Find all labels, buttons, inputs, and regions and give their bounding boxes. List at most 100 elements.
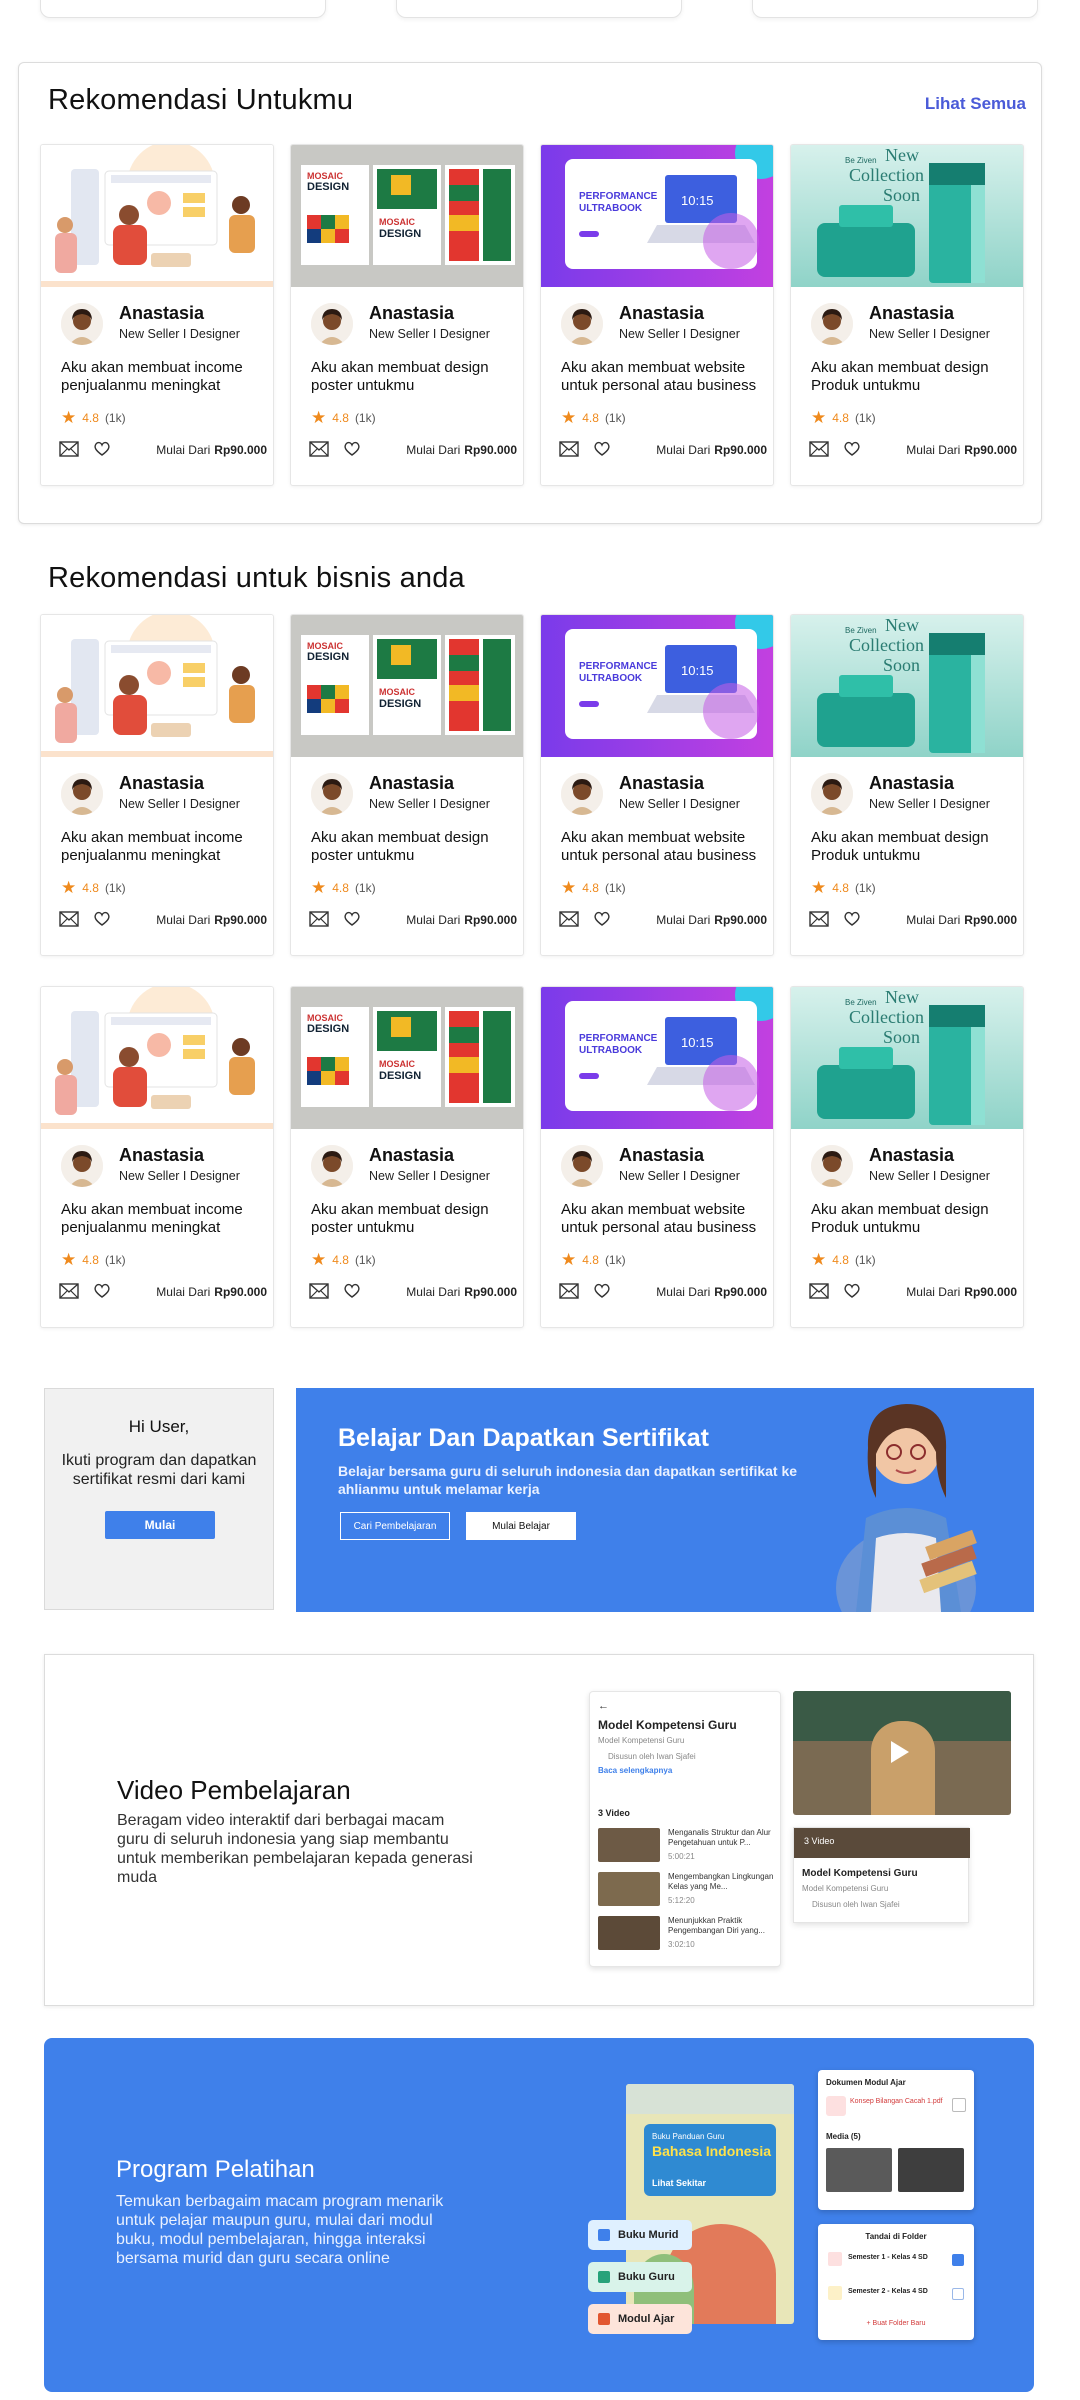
gig-card[interactable]: Be Ziven New Collection Soon Anastasia New … <box>790 614 1024 956</box>
doc-file-name[interactable]: Konsep Bilangan Cacah 1.pdf <box>850 2098 943 2105</box>
gig-title[interactable]: Aku akan membuat design Produk untukmu <box>811 359 1011 395</box>
mail-icon[interactable] <box>559 441 581 459</box>
heart-icon[interactable] <box>343 441 365 459</box>
gig-title[interactable]: Aku akan membuat website untuk personal … <box>561 829 761 865</box>
gig-card[interactable]: MOSAIC DESIGN MOSAIC DESIGN Anastasia New S… <box>290 614 524 956</box>
read-more-link[interactable]: Baca selengkapnya <box>598 1766 672 1775</box>
gig-card[interactable]: PERFORMANCE ULTRABOOK 10:15 Anastasia New … <box>540 614 774 956</box>
seller-role: New Seller I Designer <box>869 1169 990 1183</box>
mail-icon[interactable] <box>59 441 81 459</box>
gig-title[interactable]: Aku akan membuat design poster untukmu <box>311 359 511 395</box>
gig-title[interactable]: Aku akan membuat design poster untukmu <box>311 1201 511 1237</box>
svg-text:10:15: 10:15 <box>681 663 714 678</box>
rating-count: (1k) <box>604 880 626 895</box>
mail-icon[interactable] <box>309 911 331 929</box>
mail-icon[interactable] <box>309 1283 331 1301</box>
rating: ★ 4.8 (1k) <box>61 879 126 896</box>
card-footer: Mulai Dari Rp90.000 <box>809 909 1017 933</box>
gig-title[interactable]: Aku akan membuat income penjualanmu meni… <box>61 829 261 865</box>
gig-title[interactable]: Aku akan membuat income penjualanmu meni… <box>61 359 261 395</box>
gig-card[interactable]: Be Ziven New Collection Soon Anastasia New … <box>790 986 1024 1328</box>
gig-card[interactable]: PERFORMANCE ULTRABOOK 10:15 Anastasia New … <box>540 986 774 1328</box>
folder-checkbox-checked[interactable] <box>952 2254 964 2266</box>
mail-icon[interactable] <box>809 1283 831 1301</box>
svg-text:MOSAIC: MOSAIC <box>307 171 344 181</box>
gig-thumbnail[interactable]: PERFORMANCE ULTRABOOK 10:15 <box>541 987 773 1129</box>
gig-title[interactable]: Aku akan membuat website untuk personal … <box>561 359 761 395</box>
heart-icon[interactable] <box>343 911 365 929</box>
course-card[interactable]: 3 Video Model Kompetensi Guru Model Komp… <box>793 1827 970 1923</box>
card-footer: Mulai Dari Rp90.000 <box>309 1281 517 1305</box>
folder-checkbox[interactable] <box>952 2288 964 2300</box>
chip-student-book[interactable]: Buku Murid <box>588 2220 692 2250</box>
media-thumb[interactable] <box>898 2148 964 2192</box>
seller-role: New Seller I Designer <box>619 1169 740 1183</box>
video-list-item[interactable]: Menunjukkan Praktik Pengembangan Diri ya… <box>598 1916 776 1950</box>
price: Mulai Dari Rp90.000 <box>156 913 267 927</box>
find-learning-button[interactable]: Cari Pembelajaran <box>340 1512 450 1540</box>
heart-icon[interactable] <box>593 911 615 929</box>
mail-icon[interactable] <box>59 911 81 929</box>
media-thumb[interactable] <box>826 2148 892 2192</box>
seller-name: Anastasia <box>869 773 955 793</box>
gig-card[interactable]: MOSAIC DESIGN MOSAIC DESIGN Anastasia New S… <box>290 986 524 1328</box>
gig-thumbnail[interactable] <box>41 145 273 287</box>
price-prefix: Mulai Dari <box>406 913 461 927</box>
heart-icon[interactable] <box>593 441 615 459</box>
rating: ★ 4.8 (1k) <box>561 1251 626 1268</box>
start-learning-button[interactable]: Mulai Belajar <box>466 1512 576 1540</box>
heart-icon[interactable] <box>843 1283 865 1301</box>
heart-icon[interactable] <box>93 911 115 929</box>
download-icon[interactable] <box>952 2098 966 2112</box>
gig-title[interactable]: Aku akan membuat design Produk untukmu <box>811 829 1011 865</box>
play-icon[interactable] <box>891 1741 909 1763</box>
gig-card[interactable]: Anastasia New Seller I Designer Aku akan… <box>40 614 274 956</box>
gig-thumbnail[interactable]: PERFORMANCE ULTRABOOK 10:15 <box>541 145 773 287</box>
mail-icon[interactable] <box>59 1283 81 1301</box>
start-button[interactable]: Mulai <box>105 1511 215 1539</box>
video-player-preview[interactable] <box>793 1691 1011 1815</box>
heart-icon[interactable] <box>843 441 865 459</box>
gig-card[interactable]: Be Ziven New Collection Soon Anastasia New … <box>790 144 1024 486</box>
gig-thumbnail[interactable]: PERFORMANCE ULTRABOOK 10:15 <box>541 615 773 757</box>
mail-icon[interactable] <box>559 1283 581 1301</box>
svg-text:New: New <box>885 615 919 635</box>
gig-title[interactable]: Aku akan membuat website untuk personal … <box>561 1201 761 1237</box>
video-list-item[interactable]: Menganalis Struktur dan Alur Pengetahuan… <box>598 1828 776 1862</box>
gig-thumbnail[interactable]: MOSAIC DESIGN MOSAIC DESIGN <box>291 615 523 757</box>
gig-thumbnail[interactable]: Be Ziven New Collection Soon <box>791 615 1023 757</box>
gig-card[interactable]: Anastasia New Seller I Designer Aku akan… <box>40 986 274 1328</box>
svg-text:MOSAIC: MOSAIC <box>379 687 416 697</box>
back-arrow-icon[interactable]: ← <box>598 1700 609 1712</box>
gig-thumbnail[interactable]: Be Ziven New Collection Soon <box>791 145 1023 287</box>
gig-card[interactable]: MOSAIC DESIGN MOSAIC DESIGN Anastasia New S… <box>290 144 524 486</box>
gig-thumbnail[interactable]: MOSAIC DESIGN MOSAIC DESIGN <box>291 145 523 287</box>
heart-icon[interactable] <box>343 1283 365 1301</box>
rating-value: 4.8 <box>832 880 849 895</box>
seller-info: Anastasia New Seller I Designer <box>311 303 511 349</box>
gig-thumbnail[interactable]: MOSAIC DESIGN MOSAIC DESIGN <box>291 987 523 1129</box>
mail-icon[interactable] <box>809 911 831 929</box>
heart-icon[interactable] <box>593 1283 615 1301</box>
gig-thumbnail[interactable] <box>41 987 273 1129</box>
heart-icon[interactable] <box>93 441 115 459</box>
chip-teaching-module[interactable]: Modul Ajar <box>588 2304 692 2334</box>
heart-icon[interactable] <box>843 911 865 929</box>
heart-icon[interactable] <box>93 1283 115 1301</box>
mail-icon[interactable] <box>809 441 831 459</box>
chip-teacher-book[interactable]: Buku Guru <box>588 2262 692 2292</box>
video-list-item[interactable]: Mengembangkan Lingkungan Kelas yang Me..… <box>598 1872 776 1906</box>
gig-title[interactable]: Aku akan membuat design Produk untukmu <box>811 1201 1011 1237</box>
new-folder-button[interactable]: + Buat Folder Baru <box>818 2320 974 2327</box>
mail-icon[interactable] <box>559 911 581 929</box>
gig-card[interactable]: Anastasia New Seller I Designer Aku akan… <box>40 144 274 486</box>
svg-text:Collection: Collection <box>849 635 924 655</box>
price-prefix: Mulai Dari <box>406 1285 461 1299</box>
gig-title[interactable]: Aku akan membuat design poster untukmu <box>311 829 511 865</box>
gig-thumbnail[interactable] <box>41 615 273 757</box>
gig-card[interactable]: PERFORMANCE ULTRABOOK 10:15 Anastasia New … <box>540 144 774 486</box>
mail-icon[interactable] <box>309 441 331 459</box>
gig-title[interactable]: Aku akan membuat income penjualanmu meni… <box>61 1201 261 1237</box>
gig-thumbnail[interactable]: Be Ziven New Collection Soon <box>791 987 1023 1129</box>
see-all-link[interactable]: Lihat Semua <box>925 94 1026 114</box>
